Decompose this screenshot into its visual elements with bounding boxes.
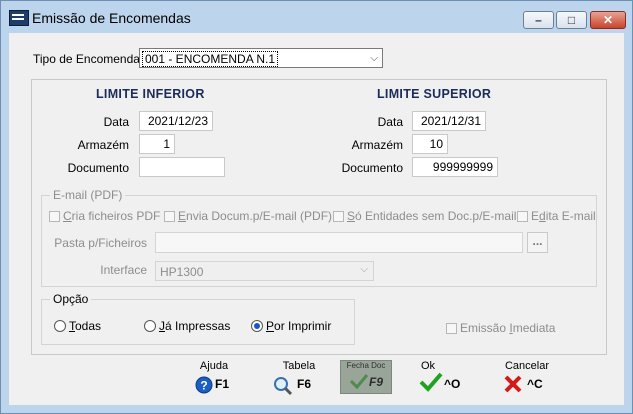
checkbox-icon	[333, 211, 344, 222]
superior-documento-field[interactable]: 999999999	[412, 157, 498, 177]
pasta-field[interactable]	[155, 232, 523, 253]
cancelar-caption: Cancelar	[504, 360, 550, 372]
inferior-armazem-label: Armazém	[77, 138, 129, 152]
superior-documento-label: Documento	[341, 161, 403, 175]
radio-selected-icon	[251, 320, 263, 332]
email-group-caption: E-mail (PDF)	[50, 188, 126, 202]
tipo-label: Tipo de Encomenda	[33, 52, 140, 66]
close-button[interactable]: ✕	[590, 11, 626, 29]
inferior-data-field[interactable]: 2021/12/23	[139, 111, 213, 131]
tipo-value: 001 - ENCOMENDA N.1	[142, 51, 279, 67]
checkbox-icon	[517, 211, 528, 222]
superior-data-label: Data	[377, 115, 403, 129]
checkbox-icon	[164, 211, 175, 222]
ok-key: ^O	[444, 377, 461, 391]
limite-superior-heading: LIMITE SUPERIOR	[377, 87, 492, 101]
opcao-group-caption: Opção	[50, 292, 92, 306]
superior-armazem-field[interactable]: 10	[412, 134, 448, 154]
tabela-caption: Tabela	[282, 360, 316, 372]
window: Emissão de Encomendas – □ ✕ Tipo de Enco…	[0, 0, 633, 414]
ajuda-caption: Ajuda	[199, 360, 229, 372]
f9-key: F9	[369, 375, 384, 389]
browse-button[interactable]: ...	[527, 232, 548, 253]
superior-data-field[interactable]: 2021/12/31	[412, 111, 486, 131]
minimize-icon: –	[535, 13, 542, 27]
pasta-label: Pasta p/Ficheiros	[54, 236, 147, 250]
ajuda-button[interactable]: Ajuda ? F1	[189, 357, 239, 397]
edita-email-checkbox[interactable]: Edita E-mail	[517, 209, 596, 223]
interface-select[interactable]: HP1300 ⌵	[155, 261, 374, 281]
superior-armazem-label: Armazém	[351, 138, 403, 152]
radio-por-imprimir[interactable]: Por Imprimir	[251, 319, 331, 333]
inferior-documento-field[interactable]	[139, 157, 225, 177]
maximize-button[interactable]: □	[556, 11, 587, 29]
chevron-down-icon: ⌵	[360, 264, 368, 275]
app-icon	[9, 10, 29, 26]
so-entidades-checkbox[interactable]: Só Entidades sem Doc.p/E-mail	[333, 209, 516, 223]
checkbox-icon	[49, 211, 60, 222]
radio-icon	[54, 320, 66, 332]
window-title: Emissão de Encomendas	[32, 10, 191, 26]
magnifier-icon	[274, 377, 293, 396]
cria-ficheiros-checkbox[interactable]: Cria ficheiros PDF	[49, 209, 160, 223]
cancelar-key: ^C	[527, 377, 543, 391]
radio-icon	[144, 320, 156, 332]
inferior-documento-label: Documento	[67, 161, 129, 175]
maximize-icon: □	[567, 13, 576, 27]
ajuda-key: F1	[215, 377, 230, 391]
dialog-body: Tipo de Encomenda 001 - ENCOMENDA N.1 ⌵ …	[9, 33, 624, 405]
checkbox-icon	[446, 323, 457, 334]
chevron-down-icon: ⌵	[370, 53, 378, 64]
inferior-armazem-field[interactable]: 1	[139, 134, 175, 154]
radio-todas[interactable]: Todas	[54, 319, 101, 333]
help-icon: ?	[195, 376, 213, 394]
emissao-imediata-checkbox[interactable]: Emissão Imediata	[446, 321, 555, 335]
f9-caption: Fecha Doc	[346, 361, 386, 370]
ok-button[interactable]: Ok ^O	[419, 357, 469, 397]
title-bar[interactable]: Emissão de Encomendas – □ ✕	[1, 1, 632, 33]
envia-email-checkbox[interactable]: Envia Docum.p/E-mail (PDF)	[164, 209, 332, 223]
inferior-data-label: Data	[103, 115, 129, 129]
tipo-select[interactable]: 001 - ENCOMENDA N.1 ⌵	[139, 48, 383, 68]
f9-button[interactable]: Fecha Doc F9	[340, 360, 392, 394]
minimize-button[interactable]: –	[523, 11, 554, 29]
interface-value: HP1300	[160, 265, 204, 279]
limite-inferior-heading: LIMITE INFERIOR	[96, 87, 205, 101]
close-icon: ✕	[602, 13, 614, 27]
tabela-button[interactable]: Tabela F6	[271, 357, 327, 397]
check-icon	[419, 372, 443, 392]
check-icon	[349, 374, 369, 390]
svg-text:?: ?	[200, 379, 207, 393]
tabela-key: F6	[297, 377, 312, 391]
cancelar-button[interactable]: Cancelar ^C	[497, 357, 557, 397]
radio-ja-impressas[interactable]: Já Impressas	[144, 319, 230, 333]
interface-label: Interface	[100, 263, 147, 277]
cancel-icon	[504, 375, 522, 393]
